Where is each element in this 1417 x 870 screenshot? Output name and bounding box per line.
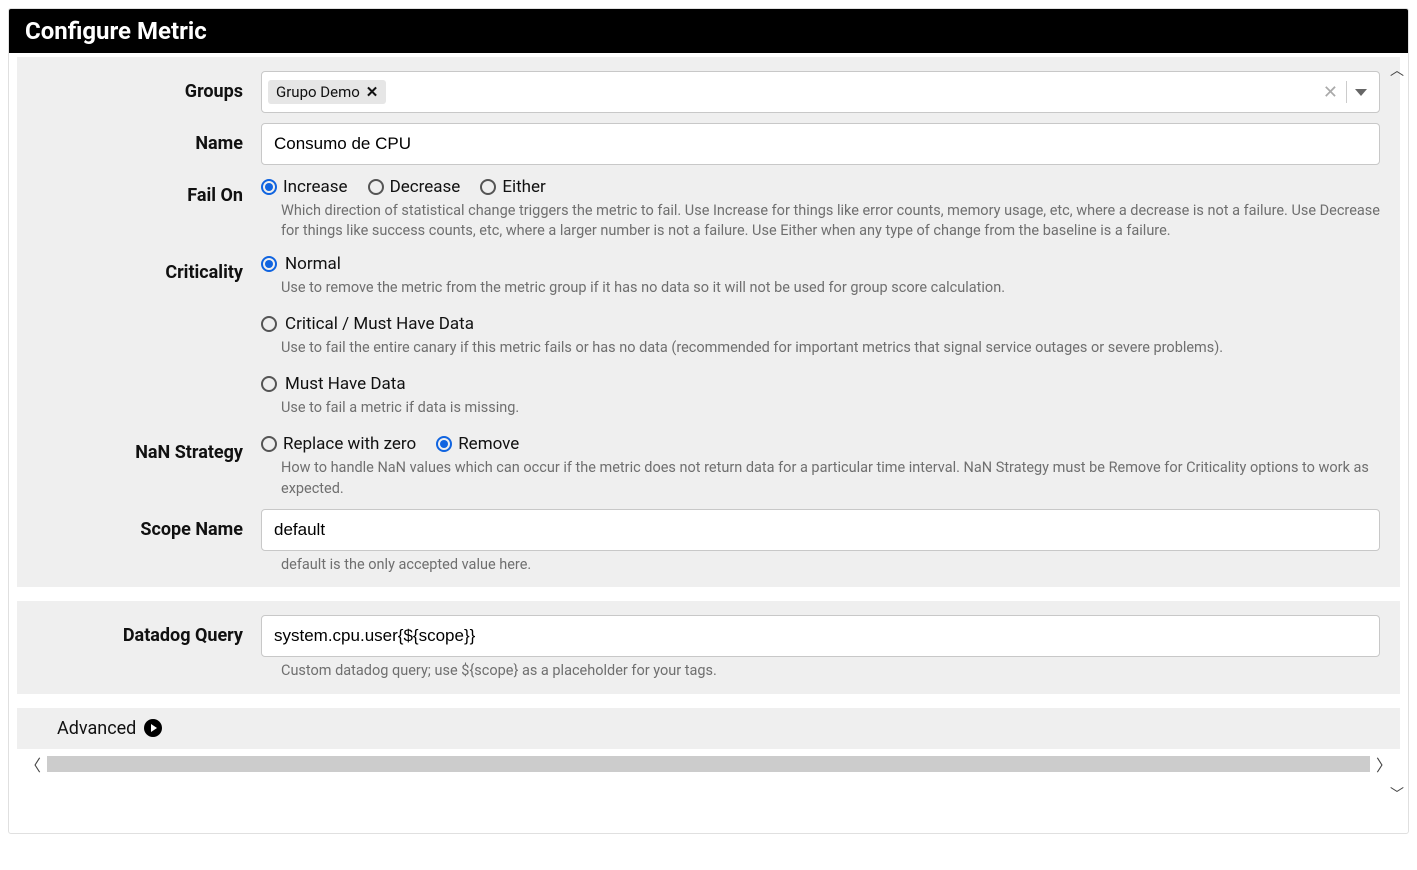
radio-icon [261,376,277,392]
criticality-normal-help: Use to remove the metric from the metric… [281,278,1380,298]
radio-icon [261,316,277,332]
scroll-right-icon[interactable]: 〉 [1372,751,1396,777]
datadog-query-input[interactable] [261,615,1380,657]
multiselect-divider [1346,81,1347,103]
radio-icon [480,179,496,195]
scroll-left-icon[interactable]: 〈 [21,751,45,777]
scrollbar-track[interactable] [47,756,1370,772]
criticality-label: Criticality [37,252,261,283]
configure-metric-modal: Configure Metric ︿ ﹀ Groups Grupo Demo ✕ [8,8,1409,834]
criticality-normal-radio[interactable]: Normal [261,252,1380,274]
group-chip[interactable]: Grupo Demo ✕ [268,80,386,104]
radio-label: Normal [285,254,341,274]
horizontal-scrollbar[interactable]: 〈 〉 [17,749,1400,779]
radio-label: Remove [458,434,519,454]
groups-multiselect[interactable]: Grupo Demo ✕ ✕ [261,71,1380,113]
radio-label: Increase [283,177,348,197]
fail-on-decrease-radio[interactable]: Decrease [368,177,461,197]
scope-name-input[interactable] [261,509,1380,551]
scope-name-help: default is the only accepted value here. [281,555,1380,575]
nan-strategy-label: NaN Strategy [37,432,261,463]
criticality-musthave-radio[interactable]: Must Have Data [261,372,1380,394]
datadog-query-label: Datadog Query [37,615,261,646]
chevron-right-circle-icon [144,719,162,737]
scope-name-label: Scope Name [37,509,261,540]
radio-icon [261,179,277,195]
groups-label: Groups [37,71,261,102]
radio-icon [368,179,384,195]
scroll-up-icon[interactable]: ︿ [1389,59,1405,81]
fail-on-increase-radio[interactable]: Increase [261,177,348,197]
nan-remove-radio[interactable]: Remove [436,434,519,454]
name-label: Name [37,123,261,154]
name-input[interactable] [261,123,1380,165]
radio-label: Must Have Data [285,374,406,394]
criticality-critical-radio[interactable]: Critical / Must Have Data [261,312,1380,334]
radio-label: Replace with zero [283,434,416,454]
nan-replace-radio[interactable]: Replace with zero [261,434,416,454]
advanced-toggle[interactable]: Advanced [17,708,1400,749]
section-main: Groups Grupo Demo ✕ ✕ [17,57,1400,587]
radio-icon [261,256,277,272]
chevron-down-icon[interactable] [1355,89,1367,96]
advanced-label: Advanced [57,718,136,739]
radio-label: Critical / Must Have Data [285,314,474,334]
criticality-critical-help: Use to fail the entire canary if this me… [281,338,1380,358]
radio-icon [261,436,277,452]
clear-groups-icon[interactable]: ✕ [1323,82,1338,103]
modal-body: ︿ ﹀ Groups Grupo Demo ✕ ✕ [9,53,1408,833]
group-chip-label: Grupo Demo [276,83,360,101]
radio-label: Either [502,177,546,197]
fail-on-label: Fail On [37,175,261,206]
criticality-musthave-help: Use to fail a metric if data is missing. [281,398,1380,418]
fail-on-help: Which direction of statistical change tr… [281,201,1380,242]
nan-strategy-help: How to handle NaN values which can occur… [281,458,1380,499]
fail-on-either-radio[interactable]: Either [480,177,546,197]
datadog-query-help: Custom datadog query; use ${scope} as a … [281,661,1380,681]
section-datadog: Datadog Query Custom datadog query; use … [17,601,1400,693]
scroll-down-icon[interactable]: ﹀ [1389,783,1405,805]
radio-icon [436,436,452,452]
remove-chip-icon[interactable]: ✕ [366,85,379,100]
modal-title: Configure Metric [9,9,1408,53]
radio-label: Decrease [390,177,461,197]
